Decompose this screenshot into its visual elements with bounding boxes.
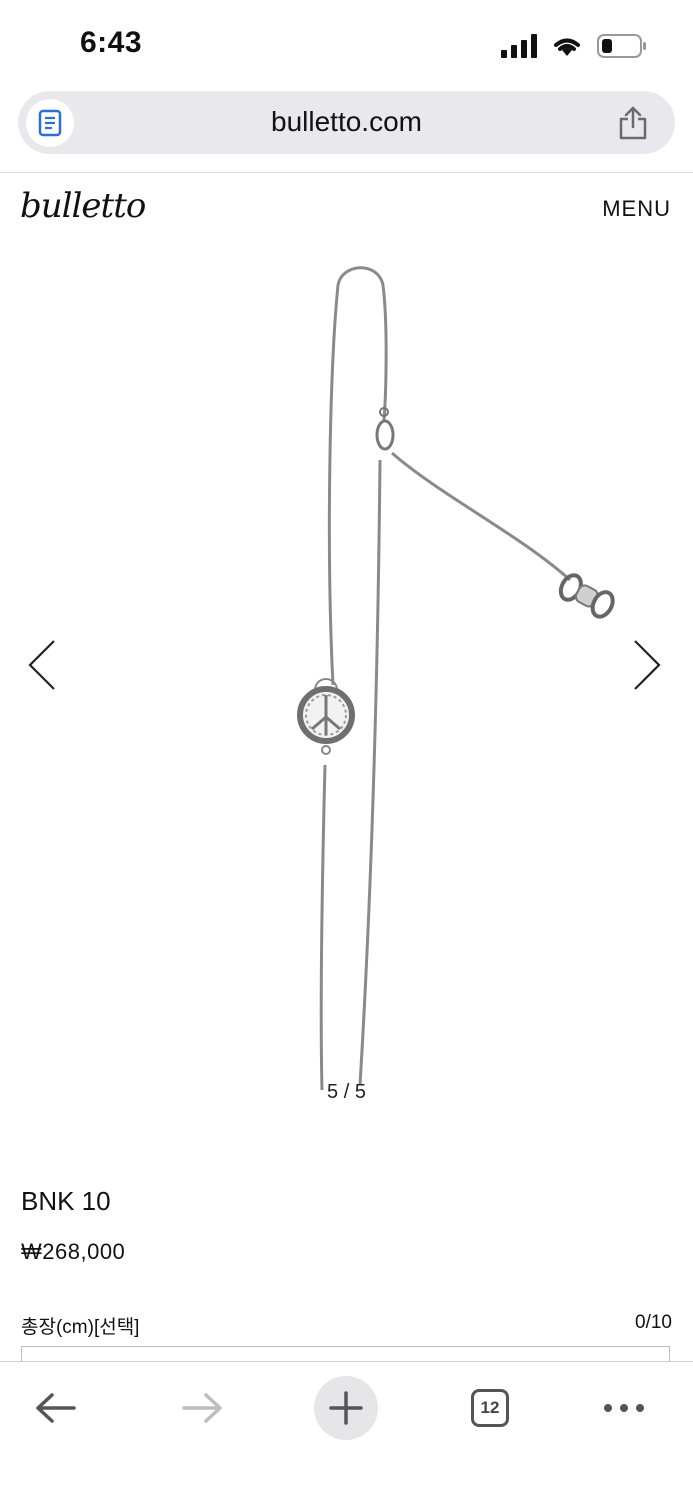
site-logo[interactable]: bulletto [20, 186, 146, 226]
wifi-icon [554, 38, 580, 56]
chevron-right-icon[interactable] [627, 635, 667, 695]
product-price: ₩268,000 [21, 1239, 126, 1264]
arrow-left-icon [36, 1393, 76, 1423]
tabs-count: 12 [471, 1389, 509, 1427]
product-gallery[interactable]: 5 / 5 [0, 245, 693, 1115]
arrow-right-icon [182, 1393, 222, 1423]
url-text[interactable]: bulletto.com [18, 106, 675, 138]
cellular-signal-icon [501, 34, 537, 58]
menu-button[interactable]: MENU [602, 196, 671, 222]
option-char-count: 0/10 [635, 1312, 672, 1333]
more-button[interactable] [592, 1376, 656, 1440]
status-icons [501, 34, 647, 58]
battery-icon [597, 34, 646, 58]
product-name: BNK 10 [21, 1186, 111, 1216]
new-tab-button[interactable] [314, 1376, 378, 1440]
tabs-button[interactable]: 12 [458, 1376, 522, 1440]
option-label: 총장(cm)[선택] [21, 1317, 140, 1338]
back-button[interactable] [24, 1376, 88, 1440]
chevron-left-icon[interactable] [22, 635, 62, 695]
browser-toolbar: 12 [0, 1361, 693, 1501]
product-image [297, 266, 615, 1091]
share-icon[interactable] [617, 105, 649, 141]
more-icon [604, 1404, 644, 1412]
plus-icon [329, 1391, 363, 1425]
address-bar[interactable]: bulletto.com [18, 91, 675, 154]
forward-button[interactable] [170, 1376, 234, 1440]
divider [0, 172, 693, 173]
status-bar: 6:43 [0, 0, 693, 88]
gallery-counter: 5 / 5 [327, 1081, 366, 1103]
status-time: 6:43 [80, 26, 143, 59]
